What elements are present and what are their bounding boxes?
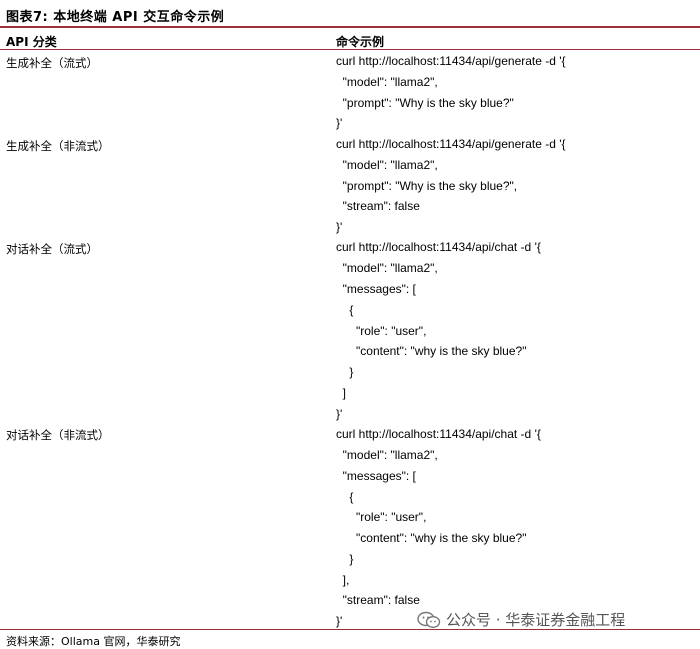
source-note: 资料来源：Ollama 官网，华泰研究 [6,635,181,648]
code-line: "content": "why is the sky blue?" [336,531,527,545]
code-line: curl http://localhost:11434/api/generate… [336,137,566,151]
code-line: }' [336,116,343,130]
table-header: API 分类 命令示例 [0,28,700,50]
code-line: "messages": [ [336,469,416,483]
code-line: "model": "llama2", [336,75,438,89]
code-line: "stream": false [336,593,420,607]
code-line: curl http://localhost:11434/api/chat -d … [336,427,541,441]
code-line: "model": "llama2", [336,158,438,172]
code-line: { [336,490,354,504]
code-line: "messages": [ [336,282,416,296]
row-category: 生成补全（非流式） [6,139,110,153]
footer-divider [0,629,700,630]
header-divider [0,49,700,50]
watermark: 公众号 · 华泰证券金融工程 [417,609,625,630]
header-command-example: 命令示例 [336,35,385,49]
code-line: } [336,552,354,566]
code-line: "role": "user", [336,324,427,338]
watermark-text: 公众号 · 华泰证券金融工程 [446,611,626,629]
code-line: "role": "user", [336,510,427,524]
code-line: }' [336,220,343,234]
code-line: }' [336,614,343,628]
code-line: ], [336,573,350,587]
row-category: 生成补全（流式） [6,56,98,70]
code-line: } [336,365,354,379]
code-line: }' [336,407,343,421]
figure-title-row: 图表7: 本地终端 API 交互命令示例 [0,0,700,28]
row-category: 对话补全（非流式） [6,428,110,442]
code-line: "prompt": "Why is the sky blue?", [336,179,518,193]
code-line: curl http://localhost:11434/api/chat -d … [336,240,541,254]
code-line: curl http://localhost:11434/api/generate… [336,54,566,68]
code-line: { [336,303,354,317]
code-line: "prompt": "Why is the sky blue?" [336,96,514,110]
code-line: "model": "llama2", [336,448,438,462]
code-line: ] [336,386,347,400]
code-line: "content": "why is the sky blue?" [336,344,527,358]
figure-title: 图表7: 本地终端 API 交互命令示例 [6,10,225,25]
wechat-icon [417,611,441,628]
code-line: "model": "llama2", [336,261,438,275]
header-api-category: API 分类 [6,35,57,49]
row-category: 对话补全（流式） [6,242,98,256]
code-line: "stream": false [336,199,420,213]
